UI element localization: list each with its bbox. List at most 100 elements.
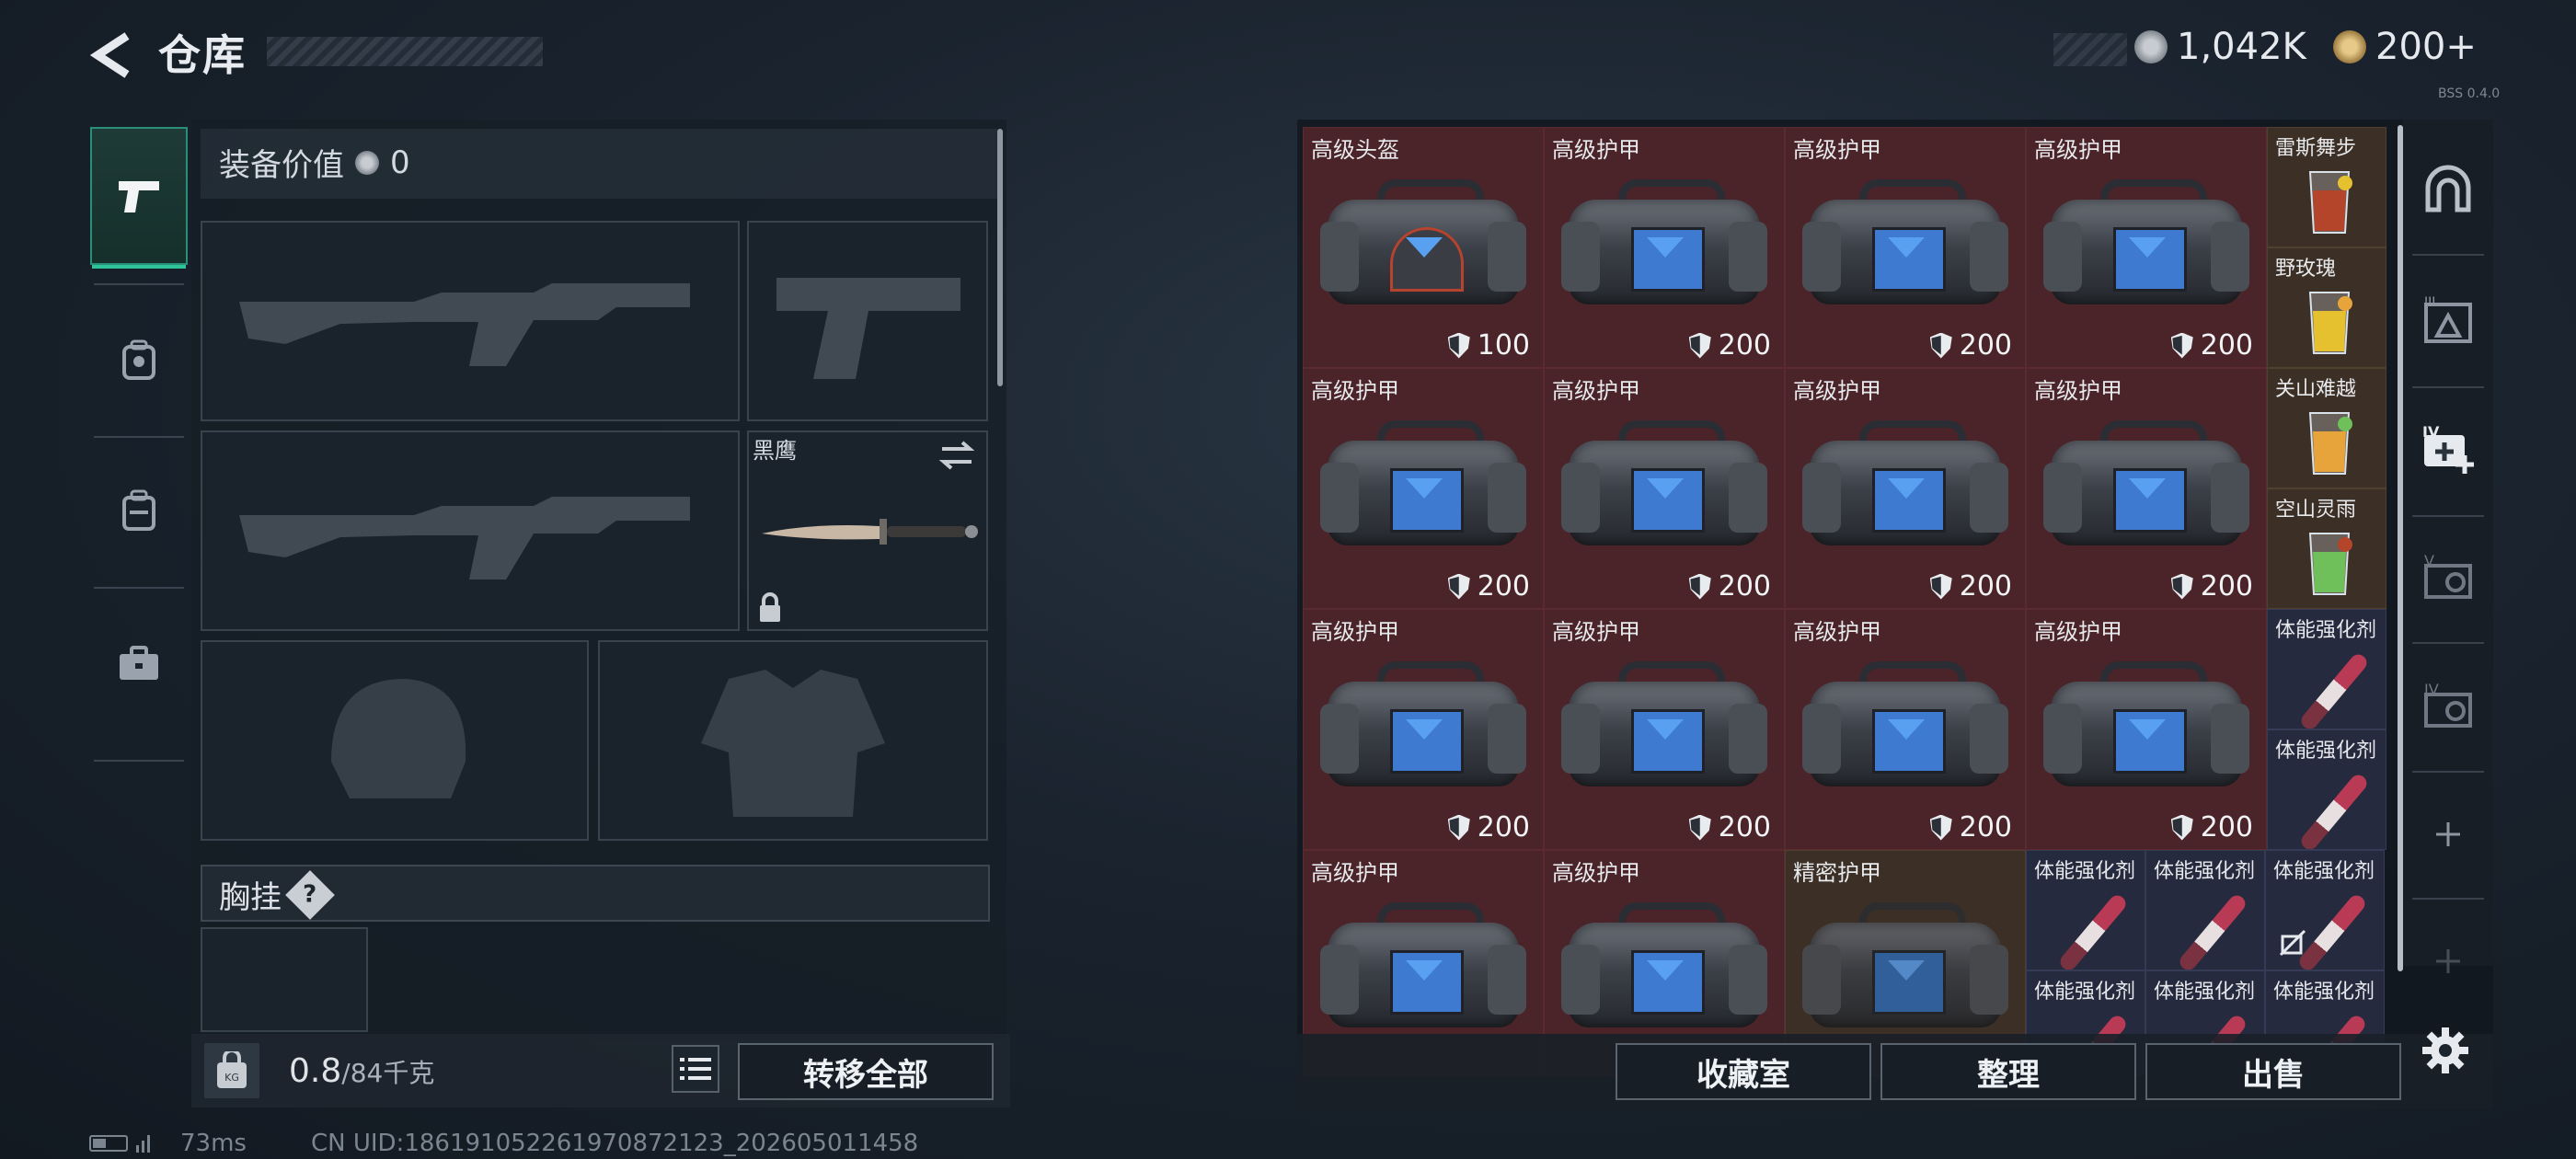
tab-storage-main[interactable] (2403, 125, 2493, 252)
tab-weapons[interactable] (90, 127, 188, 269)
inventory-item[interactable]: 高级护甲 200 (2026, 368, 2267, 609)
bag-side (1320, 463, 1359, 533)
add-storage-button[interactable] (2403, 771, 2493, 898)
shield-icon (2170, 814, 2193, 841)
chest-rig-label: 胸挂 ? (219, 869, 335, 920)
stimulant-item[interactable]: 体能强化剂 (2145, 850, 2265, 970)
primary-weapon-slot[interactable] (201, 221, 740, 421)
pistol-icon (119, 181, 159, 212)
melee-name: 黑鹰 (753, 438, 797, 464)
durability-number: 100 (1477, 329, 1530, 361)
shield-icon (1447, 573, 1470, 600)
gold-currency[interactable]: 200+ (2333, 26, 2477, 68)
bag-side (1970, 704, 2008, 774)
collection-room-button[interactable]: 收藏室 (1616, 1043, 1871, 1100)
chest-rig-slot[interactable] (201, 927, 368, 1032)
back-button[interactable] (85, 28, 140, 83)
durability-value: 200 (2170, 329, 2253, 361)
silver-amount: 1,042K (2177, 26, 2306, 68)
swap-icon[interactable] (938, 440, 975, 471)
rifle-silhouette-icon (239, 283, 690, 366)
bag-side (1561, 945, 1600, 1015)
drink-item[interactable]: 雷斯舞步 (2267, 127, 2386, 247)
storage-tier-3-icon: III (2424, 295, 2472, 343)
briefcase-icon (120, 646, 158, 680)
inventory-item[interactable]: 高级护甲 200 (2026, 609, 2267, 850)
bag-side (1802, 463, 1841, 533)
help-icon[interactable]: ? (285, 869, 335, 920)
inventory-item[interactable]: 高级护甲 200 (1303, 609, 1544, 850)
bag-side (1320, 222, 1359, 292)
bag-side (1320, 945, 1359, 1015)
stimulant-item[interactable]: 体能强化剂 (2267, 729, 2386, 850)
cocktail-icon (2305, 165, 2354, 238)
durability-number: 200 (1959, 570, 2012, 602)
shield-icon (2170, 573, 2193, 600)
bag-side (1488, 463, 1526, 533)
tab-briefcase[interactable] (90, 594, 188, 732)
gold-amount: 200+ (2375, 26, 2477, 68)
inventory-item[interactable]: 高级护甲 200 (1544, 609, 1785, 850)
equipment-scrollbar[interactable] (997, 129, 1003, 386)
stimulant-item[interactable]: 体能强化剂 (2265, 850, 2385, 970)
drink-item[interactable]: 野玫瑰 (2267, 247, 2386, 368)
durability-number: 200 (1959, 329, 2012, 361)
bag-patch (1872, 468, 1946, 533)
item-name: 高级护甲 (2034, 137, 2122, 163)
back-arrow-icon (90, 32, 130, 78)
version-text: BSS 0.4.0 (2438, 86, 2501, 101)
inventory-item[interactable]: 高级护甲 200 (2026, 127, 2267, 368)
armor-bag-icon (1561, 899, 1767, 1037)
stimulant-item[interactable]: 体能强化剂 (2267, 609, 2386, 729)
svg-text:KG: KG (224, 1072, 239, 1084)
cocktail-icon (2305, 526, 2354, 600)
armor-slot[interactable] (598, 640, 988, 841)
tab-storage-4-add[interactable]: IV (2403, 386, 2493, 513)
armor-bag-icon (1320, 658, 1526, 796)
gear-icon (2422, 1027, 2468, 1073)
tab-storage-4b[interactable]: IV (2403, 644, 2493, 771)
settings-button[interactable] (2416, 1021, 2475, 1080)
add-storage-button-disabled[interactable] (2403, 898, 2493, 1025)
durability-value: 200 (1929, 570, 2012, 602)
bag-side (1729, 222, 1767, 292)
plus-icon (2436, 822, 2460, 846)
plus-icon (2436, 949, 2460, 973)
durability-number: 200 (2200, 811, 2253, 843)
durability-value: 200 (2170, 811, 2253, 843)
inventory-item[interactable]: 高级护甲 200 (1544, 368, 1785, 609)
bag-patch (1872, 227, 1946, 292)
inventory-item[interactable]: 高级护甲 200 (1544, 127, 1785, 368)
silver-currency[interactable]: 1,042K (2134, 26, 2306, 68)
tab-storage-3[interactable]: III (2403, 258, 2493, 384)
tab-storage-5[interactable]: V (2403, 515, 2493, 642)
drink-item[interactable]: 空山灵雨 (2267, 488, 2386, 609)
durability-number: 200 (1718, 570, 1771, 602)
item-name: 体能强化剂 (2154, 860, 2256, 883)
durability-number: 200 (2200, 329, 2253, 361)
tab-backpack[interactable] (90, 291, 188, 429)
sell-button[interactable]: 出售 (2145, 1043, 2401, 1100)
transfer-all-button[interactable]: 转移全部 (738, 1043, 994, 1100)
list-view-button[interactable] (672, 1045, 719, 1093)
armor-bag-icon (2043, 658, 2249, 796)
inventory-item[interactable]: 高级护甲 200 (1785, 368, 2026, 609)
secondary-weapon-slot[interactable] (201, 430, 740, 631)
gold-coin-icon (2333, 30, 2366, 63)
bag-patch (1872, 950, 1946, 1015)
inventory-item[interactable]: 高级护甲 200 (1785, 127, 2026, 368)
bag-side (1488, 222, 1526, 292)
inventory-item[interactable]: 高级护甲 200 (1303, 368, 1544, 609)
helmet-slot[interactable] (201, 640, 589, 841)
sort-button[interactable]: 整理 (1880, 1043, 2136, 1100)
stimulant-item[interactable]: 体能强化剂 (2026, 850, 2145, 970)
bag-side (2211, 704, 2249, 774)
sidearm-slot[interactable] (747, 221, 988, 421)
drink-item[interactable]: 关山难越 (2267, 368, 2386, 488)
shield-icon (1688, 814, 1711, 841)
storage-tier-4-icon: IV (2424, 682, 2472, 728)
inventory-item[interactable]: 高级护甲 200 (1785, 609, 2026, 850)
tab-bag[interactable] (90, 442, 188, 580)
item-name: 高级护甲 (1793, 137, 1881, 163)
inventory-item[interactable]: 高级头盔 100 (1303, 127, 1544, 368)
